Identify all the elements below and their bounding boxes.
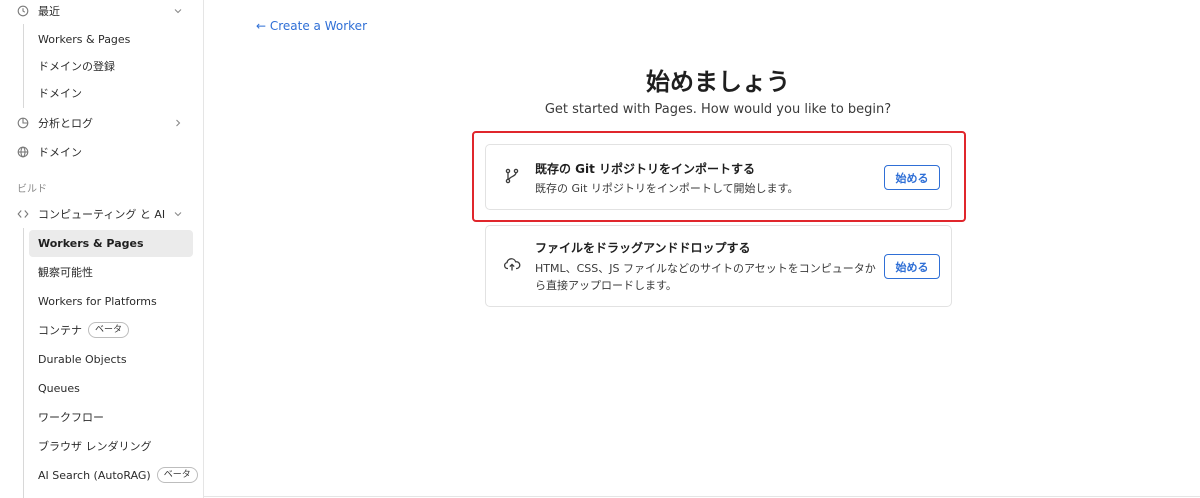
sidebar-item-label-wrap: コンテナ ベータ bbox=[38, 322, 130, 338]
sidebar-item-label: AI Search (AutoRAG) bbox=[38, 468, 151, 482]
sidebar-item-recent-domains[interactable]: ドメイン bbox=[0, 79, 203, 107]
sidebar-item-label: Workers for Platforms bbox=[38, 294, 157, 308]
sidebar-item-browser-rendering[interactable]: ブラウザ レンダリング bbox=[0, 432, 203, 460]
sidebar-item-label: Queues bbox=[38, 381, 80, 395]
beta-badge: ベータ bbox=[156, 467, 198, 483]
sidebar-item-observability[interactable]: 観察可能性 bbox=[0, 258, 203, 286]
sidebar: 最近 Workers & Pages ドメインの登録 ドメイン 分析とログ ドメ… bbox=[0, 0, 204, 498]
chevron-down-icon[interactable] bbox=[173, 6, 183, 16]
sidebar-item-workflows[interactable]: ワークフロー bbox=[0, 403, 203, 431]
card-title: 既存の Git リポジトリをインポートする bbox=[535, 162, 756, 176]
sidebar-item-recent-workers-pages[interactable]: Workers & Pages bbox=[0, 25, 203, 53]
sidebar-item-workers-for-platforms[interactable]: Workers for Platforms bbox=[0, 287, 203, 315]
back-link-create-worker[interactable]: ← Create a Worker bbox=[256, 19, 367, 33]
cloud-upload-icon bbox=[504, 258, 521, 271]
import-git-card[interactable]: 既存の Git リポジトリをインポートする 既存の Git リポジトリをインポー… bbox=[485, 144, 952, 210]
sidebar-item-label: ドメイン bbox=[38, 146, 82, 159]
card-title: ファイルをドラッグアンドドロップする bbox=[535, 241, 751, 255]
sidebar-item-label: Workers & Pages bbox=[38, 32, 131, 46]
drag-drop-upload-card[interactable]: ファイルをドラッグアンドドロップする HTML、CSS、JS ファイルなどのサイ… bbox=[485, 225, 952, 307]
sidebar-item-label: 分析とログ bbox=[38, 117, 93, 130]
sidebar-item-label: ドメイン bbox=[38, 87, 82, 100]
sidebar-item-compute-ai[interactable]: コンピューティング と AI bbox=[0, 200, 203, 228]
card-description: 既存の Git リポジトリをインポートして開始します。 bbox=[535, 182, 799, 195]
chevron-down-icon[interactable] bbox=[173, 209, 183, 219]
sidebar-item-label: Durable Objects bbox=[38, 352, 127, 366]
sidebar-item-label: コンピューティング と AI bbox=[38, 208, 166, 221]
sidebar-item-label: ドメインの登録 bbox=[38, 60, 115, 73]
sidebar-item-label: ワークフロー bbox=[38, 411, 104, 424]
sidebar-item-label-wrap: AI Search (AutoRAG) ベータ bbox=[38, 467, 198, 483]
sidebar-item-queues[interactable]: Queues bbox=[0, 374, 203, 402]
sidebar-item-ai-search[interactable]: AI Search (AutoRAG) ベータ bbox=[0, 461, 203, 489]
start-import-git-button[interactable]: 始める bbox=[884, 165, 940, 190]
start-upload-button[interactable]: 始める bbox=[884, 254, 940, 279]
sidebar-item-domains[interactable]: ドメイン bbox=[0, 138, 203, 166]
sidebar-item-durable-objects[interactable]: Durable Objects bbox=[0, 345, 203, 373]
sidebar-item-workers-pages[interactable]: Workers & Pages bbox=[0, 229, 203, 257]
sidebar-item-recent[interactable]: 最近 bbox=[0, 0, 203, 25]
beta-badge: ベータ bbox=[88, 322, 130, 338]
sidebar-item-label: 観察可能性 bbox=[38, 266, 93, 279]
pie-chart-icon bbox=[17, 117, 29, 129]
sidebar-item-label: ブラウザ レンダリング bbox=[38, 440, 152, 453]
divider bbox=[204, 496, 1200, 497]
sidebar-item-label: Workers & Pages bbox=[38, 236, 144, 250]
chevron-right-icon[interactable] bbox=[173, 118, 183, 128]
clock-icon bbox=[17, 5, 29, 17]
sidebar-item-label: コンテナ bbox=[38, 324, 82, 337]
card-description: HTML、CSS、JS ファイルなどのサイトのアセットをコンピュータから直接アッ… bbox=[535, 262, 876, 292]
sidebar-item-containers[interactable]: コンテナ ベータ bbox=[0, 316, 203, 344]
sidebar-item-label: 最近 bbox=[38, 5, 60, 18]
sidebar-item-analytics[interactable]: 分析とログ bbox=[0, 109, 203, 137]
globe-icon bbox=[17, 146, 29, 158]
compute-icon bbox=[17, 208, 29, 220]
section-label-build: ビルド bbox=[17, 184, 47, 195]
git-branch-icon bbox=[505, 168, 519, 184]
sidebar-item-domain-registration[interactable]: ドメインの登録 bbox=[0, 52, 203, 80]
page-subtitle: Get started with Pages. How would you li… bbox=[544, 102, 892, 117]
page-title: 始めましょう bbox=[646, 68, 790, 96]
